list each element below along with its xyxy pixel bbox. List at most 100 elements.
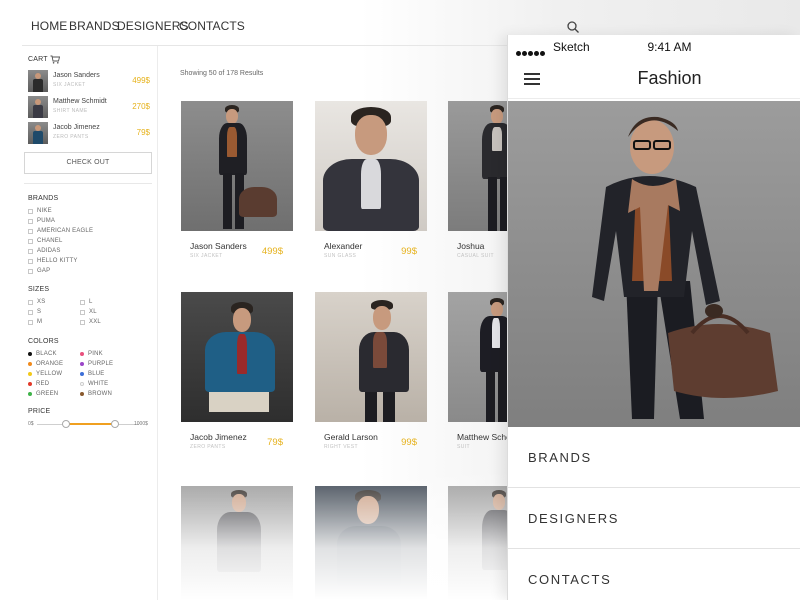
product-card[interactable]: Alexander SUN GLASS 99$ bbox=[315, 101, 427, 266]
color-option[interactable]: YELLOW bbox=[28, 371, 62, 380]
product-image[interactable] bbox=[181, 101, 293, 231]
product-image[interactable] bbox=[315, 101, 427, 231]
checkbox-icon[interactable] bbox=[28, 248, 33, 254]
color-option[interactable]: WHITE bbox=[80, 381, 108, 390]
search-icon[interactable] bbox=[566, 20, 580, 34]
divider bbox=[24, 183, 152, 184]
price-slider-min-handle[interactable] bbox=[62, 420, 70, 428]
size-checkbox[interactable]: XL bbox=[80, 309, 97, 318]
product-subtitle: SIX JACKET bbox=[190, 253, 223, 259]
product-name[interactable]: Alexander bbox=[324, 241, 362, 251]
size-checkbox[interactable]: M bbox=[28, 319, 42, 328]
color-option[interactable]: BROWN bbox=[80, 391, 112, 400]
checkbox-icon[interactable] bbox=[28, 319, 33, 325]
cart-item-name: Jacob Jimenez bbox=[53, 124, 100, 131]
color-dot bbox=[80, 382, 84, 386]
results-count: Showing 50 of 178 Results bbox=[180, 70, 264, 77]
cart-icon[interactable] bbox=[50, 55, 60, 64]
top-navigation: HOME BRANDS DESIGNERS CONTACTS bbox=[22, 0, 582, 46]
checkout-button[interactable]: CHECK OUT bbox=[24, 152, 152, 174]
nav-contacts[interactable]: CONTACTS bbox=[179, 19, 245, 33]
cart-title: CART bbox=[28, 56, 48, 63]
brand-checkbox[interactable]: ADIDAS bbox=[28, 248, 61, 257]
size-checkbox[interactable]: XXL bbox=[80, 319, 101, 328]
product-image[interactable] bbox=[181, 292, 293, 422]
product-image[interactable] bbox=[315, 292, 427, 422]
color-option[interactable]: BLUE bbox=[80, 371, 104, 380]
size-checkbox[interactable]: L bbox=[80, 299, 93, 308]
checkbox-icon[interactable] bbox=[28, 299, 33, 305]
colors-title: COLORS bbox=[28, 338, 59, 345]
product-price: 499$ bbox=[261, 246, 283, 257]
product-name[interactable]: Jacob Jimenez bbox=[190, 432, 247, 442]
brand-checkbox[interactable]: CHANEL bbox=[28, 238, 63, 247]
product-card[interactable]: Jason Sanders SIX JACKET 499$ bbox=[181, 101, 293, 266]
checkbox-icon[interactable] bbox=[80, 309, 85, 315]
color-dot bbox=[80, 392, 84, 396]
product-name[interactable]: Matthew Sche bbox=[457, 432, 511, 442]
color-option[interactable]: ORANGE bbox=[28, 361, 63, 370]
mobile-menu-contacts[interactable]: CONTACTS bbox=[508, 550, 800, 600]
cart-item-name: Jason Sanders bbox=[53, 72, 100, 79]
checkbox-icon[interactable] bbox=[28, 309, 33, 315]
color-option[interactable]: BLACK bbox=[28, 351, 57, 360]
color-dot bbox=[28, 352, 32, 356]
checkbox-icon[interactable] bbox=[28, 228, 33, 234]
cart-item-subtitle: SHIRT NAME bbox=[53, 108, 88, 114]
product-subtitle: RIGHT VEST bbox=[324, 444, 358, 450]
checkbox-icon[interactable] bbox=[28, 218, 33, 224]
checkbox-icon[interactable] bbox=[80, 299, 85, 305]
brand-checkbox[interactable]: HELLO KITTY bbox=[28, 258, 78, 267]
color-dot bbox=[28, 372, 32, 376]
cart-item-name: Matthew Schmidt bbox=[53, 98, 107, 105]
brand-checkbox[interactable]: PUMA bbox=[28, 218, 55, 227]
sizes-title: SIZES bbox=[28, 286, 50, 293]
cart-item-price: 270$ bbox=[132, 102, 150, 111]
product-card[interactable]: Gerald Larson RIGHT VEST 99$ bbox=[315, 292, 427, 457]
brands-title: BRANDS bbox=[28, 195, 59, 202]
product-price: 99$ bbox=[401, 437, 417, 448]
color-dot bbox=[80, 352, 84, 356]
size-checkbox[interactable]: S bbox=[28, 309, 41, 318]
product-name[interactable]: Jason Sanders bbox=[190, 241, 247, 251]
color-option[interactable]: PINK bbox=[80, 351, 103, 360]
color-option[interactable]: PURPLE bbox=[80, 361, 113, 370]
color-dot bbox=[28, 362, 32, 366]
cart-item[interactable]: Jason Sanders SIX JACKET 499$ bbox=[28, 70, 152, 92]
mobile-app-screen: Sketch 9:41 AM Fashion BRANDS DESIGNERS … bbox=[507, 35, 800, 600]
filter-sidebar: CART Jason Sanders SIX JACKET 499$ Matth… bbox=[22, 46, 158, 600]
checkbox-icon[interactable] bbox=[28, 258, 33, 264]
checkbox-icon[interactable] bbox=[80, 319, 85, 325]
brand-checkbox[interactable]: NIKE bbox=[28, 208, 52, 217]
product-card[interactable]: Jacob Jimenez ZERO PANTS 79$ bbox=[181, 292, 293, 457]
checkbox-icon[interactable] bbox=[28, 238, 33, 244]
app-bar: Fashion bbox=[508, 57, 800, 99]
product-subtitle: CASUAL SUIT bbox=[457, 253, 495, 259]
nav-home[interactable]: HOME bbox=[31, 19, 67, 33]
cart-item-thumbnail bbox=[28, 96, 48, 118]
checkbox-icon[interactable] bbox=[28, 268, 33, 274]
product-name[interactable]: Gerald Larson bbox=[324, 432, 378, 442]
cart-item-subtitle: ZERO PANTS bbox=[53, 134, 89, 140]
color-option[interactable]: RED bbox=[28, 381, 49, 390]
product-name[interactable]: Joshua bbox=[457, 241, 484, 251]
checkbox-icon[interactable] bbox=[28, 208, 33, 214]
mobile-menu-brands[interactable]: BRANDS bbox=[508, 428, 800, 488]
brand-checkbox[interactable]: AMERICAN EAGLE bbox=[28, 228, 93, 237]
size-checkbox[interactable]: XS bbox=[28, 299, 45, 308]
cart-item-subtitle: SIX JACKET bbox=[53, 82, 86, 88]
product-price: 79$ bbox=[267, 437, 283, 448]
cart-item[interactable]: Matthew Schmidt SHIRT NAME 270$ bbox=[28, 96, 152, 118]
nav-designers[interactable]: DESIGNERS bbox=[117, 19, 189, 33]
product-subtitle: SUN GLASS bbox=[324, 253, 357, 259]
price-slider-max-handle[interactable] bbox=[111, 420, 119, 428]
price-max-label: 1000$ bbox=[134, 421, 148, 427]
color-dot bbox=[80, 372, 84, 376]
nav-brands[interactable]: BRANDS bbox=[69, 19, 120, 33]
mobile-menu-designers[interactable]: DESIGNERS bbox=[508, 489, 800, 549]
price-min-label: 0$ bbox=[28, 421, 34, 427]
color-option[interactable]: GREEN bbox=[28, 391, 58, 400]
cart-item[interactable]: Jacob Jimenez ZERO PANTS 79$ bbox=[28, 122, 152, 144]
brand-checkbox[interactable]: GAP bbox=[28, 268, 50, 277]
price-title: PRICE bbox=[28, 408, 51, 415]
